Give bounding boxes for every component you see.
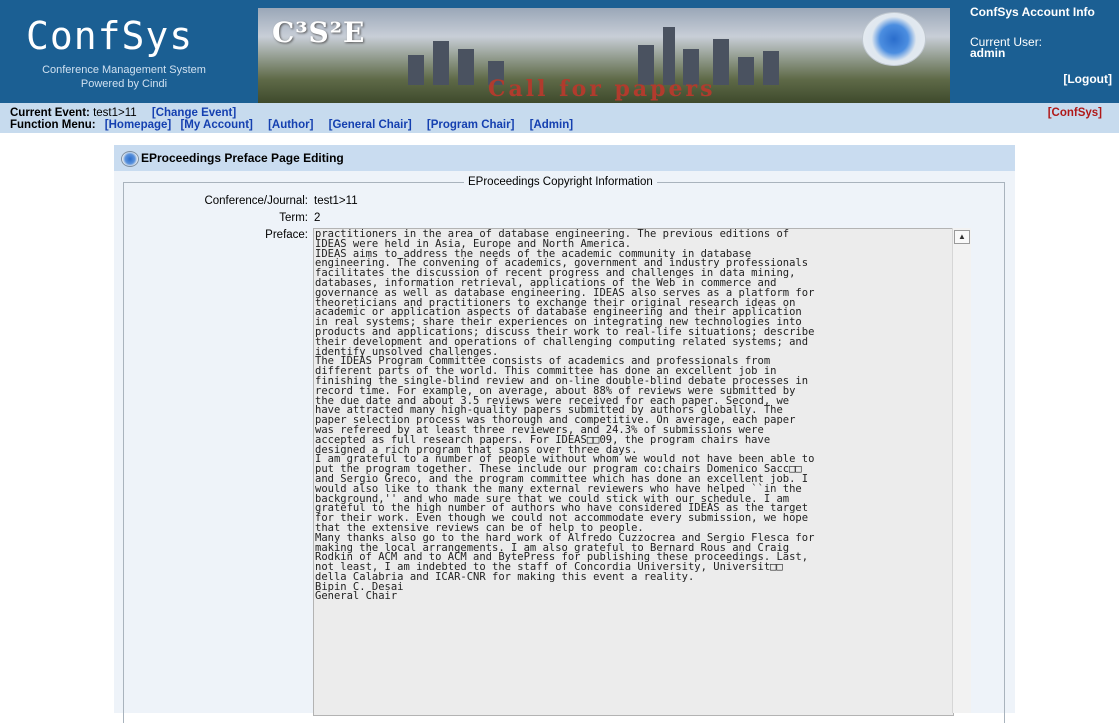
seal-icon (121, 151, 139, 167)
panel-title: EProceedings Preface Page Editing (141, 151, 344, 165)
current-event-label: Current Event: (10, 107, 90, 119)
app-subtitle: Conference Management System (42, 64, 206, 76)
menu-program-chair-link[interactable]: [Program Chair] (427, 119, 515, 131)
banner-tagline: Call for papers (488, 76, 716, 102)
header: ConfSys Conference Management System Pow… (0, 0, 1119, 103)
preface-scrollbar[interactable]: ▲ (952, 228, 971, 713)
conference-value: test1>11 (314, 195, 358, 207)
account-info-title: ConfSys Account Info (970, 5, 1095, 19)
term-label: Term: (279, 212, 308, 224)
current-username: admin (970, 46, 1006, 60)
app-title: ConfSys (26, 14, 194, 58)
seal-icon (862, 12, 926, 66)
conference-label: Conference/Journal: (204, 195, 308, 207)
menu-general-chair-link[interactable]: [General Chair] (329, 119, 412, 131)
logout-link[interactable]: [Logout] (1063, 72, 1112, 86)
powered-by: Powered by Cindi (80, 78, 168, 90)
preface-textarea[interactable]: practitioners in the area of database en… (313, 228, 954, 716)
term-value: 2 (314, 212, 321, 224)
menu-my-account-link[interactable]: [My Account] (180, 119, 252, 131)
menu-author-link[interactable]: [Author] (268, 119, 313, 131)
confsys-link[interactable]: [ConfSys] (1048, 107, 1102, 119)
preface-label: Preface: (265, 229, 308, 241)
fieldset-legend: EProceedings Copyright Information (464, 176, 657, 188)
confsys-logo: ConfSys Conference Management System Pow… (0, 0, 258, 103)
menu-admin-link[interactable]: [Admin] (530, 119, 573, 131)
preface-edit-panel: EProceedings Preface Page Editing EProce… (114, 145, 1015, 723)
panel-header: EProceedings Preface Page Editing (114, 145, 1015, 171)
function-menu-row: Function Menu: [Homepage] [My Account] [… (10, 119, 573, 131)
account-info: ConfSys Account Info Current User: admin… (960, 0, 1119, 103)
function-menu-label: Function Menu: (10, 119, 96, 131)
current-event-row: Current Event: test1>11 [Change Event] (10, 107, 236, 119)
conference-banner: C³S²E Call for papers (258, 8, 950, 103)
function-menu-bar: Current Event: test1>11 [Change Event] F… (0, 103, 1119, 133)
banner-logo: C³S²E (272, 16, 366, 49)
menu-homepage-link[interactable]: [Homepage] (105, 119, 171, 131)
current-event-value: test1>11 (93, 107, 137, 119)
scroll-up-arrow-icon[interactable]: ▲ (954, 230, 970, 244)
change-event-link[interactable]: [Change Event] (152, 107, 236, 119)
